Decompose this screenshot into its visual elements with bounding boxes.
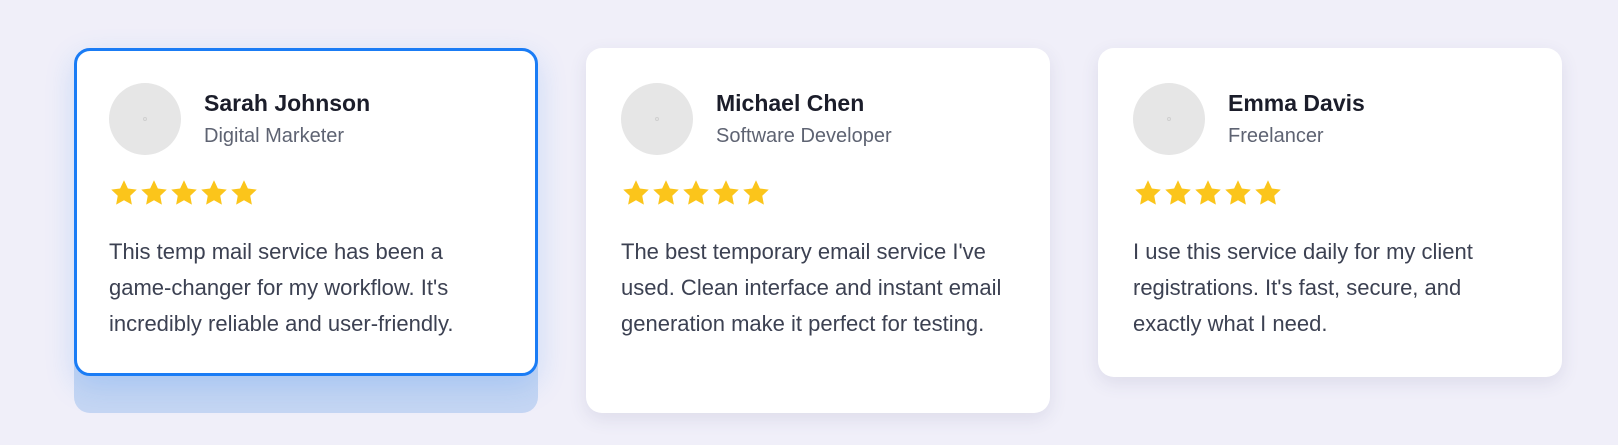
author-name: Emma Davis — [1228, 90, 1365, 116]
star-rating — [621, 178, 1015, 208]
author-name: Sarah Johnson — [204, 90, 371, 116]
author-role: Software Developer — [716, 125, 892, 147]
author-name: Michael Chen — [716, 90, 865, 116]
author-role: Freelancer — [1228, 125, 1324, 147]
star-icon — [651, 178, 681, 208]
star-icon — [199, 178, 229, 208]
testimonial-header: Sarah Johnson Digital Marketer — [109, 83, 503, 155]
testimonial-text: The best temporary email service I've us… — [621, 239, 1002, 336]
author-info: Sarah Johnson Digital Marketer — [204, 88, 370, 150]
author-info: Michael Chen Software Developer — [716, 88, 892, 150]
star-icon — [1193, 178, 1223, 208]
avatar-placeholder-icon — [1167, 117, 1171, 121]
star-icon — [681, 178, 711, 208]
star-icon — [741, 178, 771, 208]
star-icon — [1163, 178, 1193, 208]
testimonial-text: I use this service daily for my client r… — [1133, 239, 1473, 336]
author-role: Digital Marketer — [204, 125, 345, 147]
star-icon — [1223, 178, 1253, 208]
avatar-placeholder-icon — [655, 117, 659, 121]
testimonials-section: Sarah Johnson Digital Marketer This temp… — [0, 0, 1618, 445]
star-icon — [621, 178, 651, 208]
star-icon — [109, 178, 139, 208]
testimonial-card[interactable]: Sarah Johnson Digital Marketer This temp… — [74, 48, 538, 376]
testimonial-header: Michael Chen Software Developer — [621, 83, 1015, 155]
star-icon — [711, 178, 741, 208]
star-icon — [169, 178, 199, 208]
star-icon — [139, 178, 169, 208]
star-icon — [229, 178, 259, 208]
star-icon — [1253, 178, 1283, 208]
avatar — [621, 83, 693, 155]
testimonial-card[interactable]: Emma Davis Freelancer I use this service… — [1098, 48, 1562, 377]
testimonial-header: Emma Davis Freelancer — [1133, 83, 1527, 155]
avatar-placeholder-icon — [143, 117, 147, 121]
testimonial-text: This temp mail service has been a game-c… — [109, 239, 454, 336]
testimonial-card[interactable]: Michael Chen Software Developer The best… — [586, 48, 1050, 413]
star-icon — [1133, 178, 1163, 208]
author-info: Emma Davis Freelancer — [1228, 88, 1365, 150]
star-rating — [109, 178, 503, 208]
star-rating — [1133, 178, 1527, 208]
avatar — [1133, 83, 1205, 155]
avatar — [109, 83, 181, 155]
